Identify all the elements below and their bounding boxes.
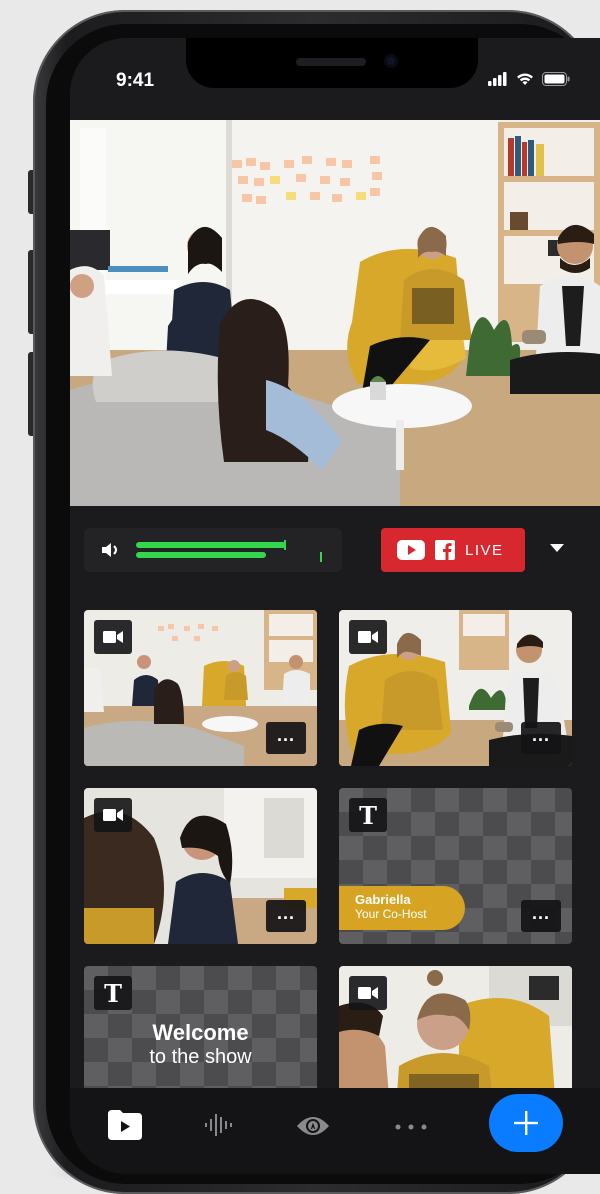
- video-camera-icon: [358, 987, 378, 999]
- welcome-subtitle: to the show: [149, 1046, 252, 1068]
- audio-peak-marker: [284, 540, 286, 550]
- text-source-badge: T: [349, 798, 387, 832]
- status-time: 9:41: [116, 70, 155, 91]
- front-camera: [384, 54, 398, 68]
- program-video-preview[interactable]: [70, 120, 600, 506]
- tile-more-button[interactable]: ...: [521, 722, 561, 754]
- lower-third-overlay: Gabriella Your Co-Host: [339, 886, 465, 930]
- text-source-badge: T: [94, 976, 132, 1010]
- office-meeting-photo: [70, 120, 600, 506]
- add-source-button[interactable]: [489, 1094, 563, 1152]
- audio-meter-right-channel: [136, 552, 266, 558]
- tile-more-button[interactable]: ...: [521, 900, 561, 932]
- source-tile-lower-third[interactable]: T Gabriella Your Co-Host ...: [339, 788, 572, 944]
- wifi-icon: [517, 73, 533, 85]
- tile-more-button[interactable]: ...: [266, 900, 306, 932]
- eye-icon[interactable]: [296, 1114, 330, 1138]
- earpiece-speaker: [296, 58, 366, 66]
- plus-icon: [514, 1111, 538, 1135]
- source-tile-camera-3[interactable]: ...: [84, 788, 317, 944]
- speaker-volume-icon: [102, 543, 117, 557]
- status-icons: [488, 72, 570, 86]
- camera-source-badge: [94, 798, 132, 832]
- media-icon[interactable]: [108, 1110, 142, 1140]
- notch: [186, 38, 478, 88]
- audio-peak-marker: [320, 552, 322, 562]
- more-icon[interactable]: [394, 1123, 428, 1131]
- chevron-down-icon[interactable]: [550, 544, 564, 552]
- audio-meter-left-channel: [136, 542, 286, 548]
- camera-source-badge: [349, 976, 387, 1010]
- youtube-icon: [397, 540, 425, 560]
- go-live-button[interactable]: LIVE: [381, 528, 525, 572]
- source-tile-camera-2[interactable]: ...: [339, 610, 572, 766]
- tile-more-button[interactable]: ...: [266, 722, 306, 754]
- status-bar: 9:41: [70, 38, 600, 122]
- video-camera-icon: [103, 631, 123, 643]
- lower-third-name: Gabriella: [355, 892, 411, 907]
- video-camera-icon: [103, 809, 123, 821]
- text-t-icon: T: [359, 800, 377, 830]
- video-camera-icon: [358, 631, 378, 643]
- welcome-title: Welcome: [152, 1020, 249, 1045]
- audio-level-meter[interactable]: [84, 528, 342, 572]
- audio-waveform-icon[interactable]: [204, 1112, 234, 1138]
- battery-icon: [542, 72, 570, 86]
- lower-third-role: Your Co-Host: [355, 907, 427, 921]
- cellular-signal-icon: [488, 72, 507, 86]
- text-t-icon: T: [104, 978, 122, 1008]
- source-tile-camera-1[interactable]: ...: [84, 610, 317, 766]
- facebook-icon: [435, 540, 455, 560]
- camera-source-badge: [94, 620, 132, 654]
- phone-screen: 9:41 LIVE ... ... ... T Gabriella Your C…: [70, 38, 600, 1174]
- camera-source-badge: [349, 620, 387, 654]
- live-label: LIVE: [465, 541, 504, 559]
